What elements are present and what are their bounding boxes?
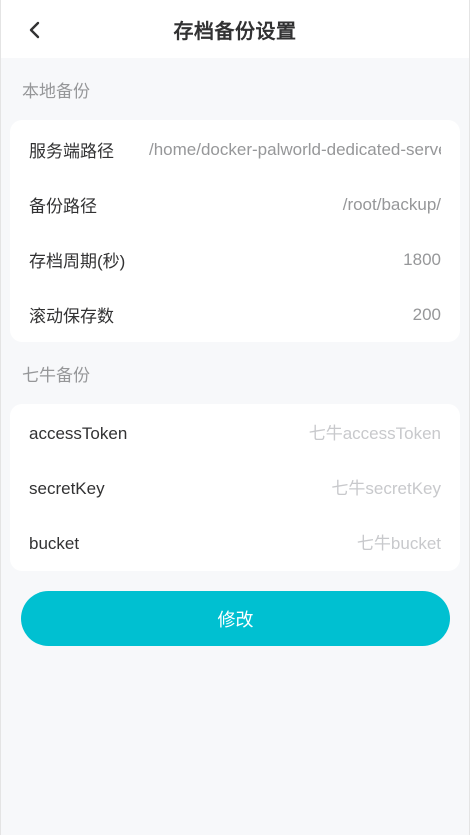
- field-bucket: bucket: [10, 516, 460, 571]
- page-title: 存档备份设置: [173, 20, 297, 43]
- chevron-left-icon: [29, 21, 40, 39]
- section-title-local: 本地备份: [22, 81, 90, 101]
- save-interval-input[interactable]: [149, 249, 441, 270]
- access-token-input[interactable]: [149, 423, 441, 444]
- field-secret-key: secretKey: [10, 461, 460, 516]
- field-label: accessToken: [29, 423, 128, 443]
- field-save-interval: 存档周期(秒): [10, 232, 460, 287]
- bucket-input[interactable]: [149, 533, 441, 554]
- local-backup-card: 服务端路径 备份路径 存档周期(秒) 滚动保存数: [10, 120, 460, 342]
- settings-page: 存档备份设置 本地备份 服务端路径 备份路径 存档周期(秒) 滚动保存数 七牛备…: [0, 0, 470, 835]
- field-label: 存档周期(秒): [29, 252, 126, 271]
- section-title-qiniu: 七牛备份: [22, 365, 90, 385]
- field-label: 服务端路径: [29, 142, 114, 161]
- submit-area: 修改: [1, 571, 469, 646]
- field-label: 滚动保存数: [29, 307, 114, 326]
- submit-button[interactable]: 修改: [21, 591, 450, 646]
- field-label: 备份路径: [29, 197, 97, 216]
- server-path-input[interactable]: [149, 139, 441, 160]
- backup-path-input[interactable]: [149, 194, 441, 215]
- field-server-path: 服务端路径: [10, 120, 460, 177]
- field-backup-path: 备份路径: [10, 177, 460, 232]
- rolling-count-input[interactable]: [149, 304, 441, 325]
- nav-bar: 存档备份设置: [1, 0, 469, 58]
- field-label: bucket: [29, 533, 80, 553]
- field-rolling-count: 滚动保存数: [10, 287, 460, 342]
- back-button[interactable]: [19, 14, 51, 46]
- field-label: secretKey: [29, 478, 105, 498]
- secret-key-input[interactable]: [149, 478, 441, 499]
- qiniu-backup-card: accessToken secretKey bucket: [10, 404, 460, 571]
- field-access-token: accessToken: [10, 404, 460, 461]
